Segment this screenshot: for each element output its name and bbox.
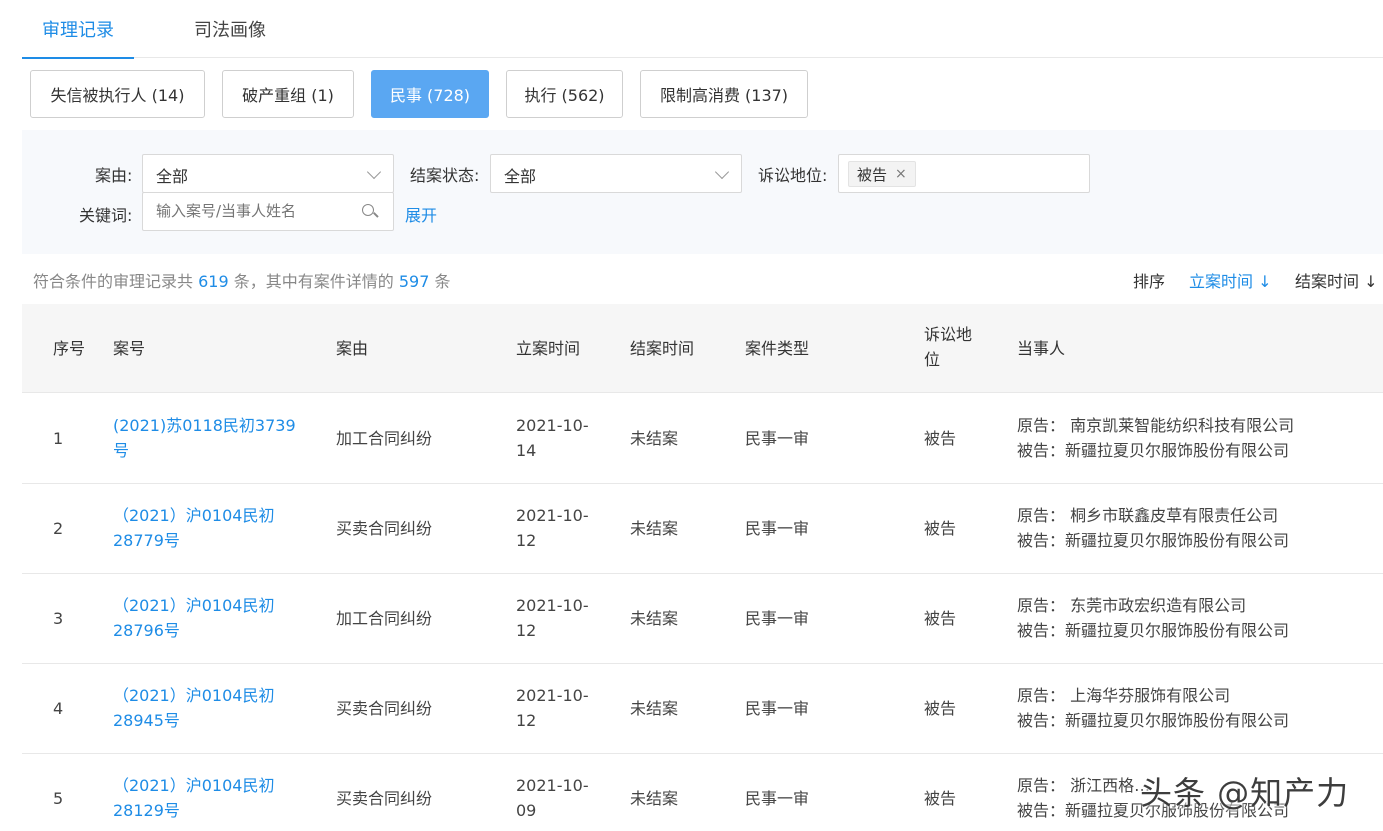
cell-filed-date: 2021-10-12 <box>516 506 589 550</box>
tab-judicial-profile[interactable]: 司法画像 <box>194 16 266 58</box>
cell-plaintiff: 原告： 南京凯莱智能纺织科技有限公司 <box>1017 416 1295 435</box>
header-case-number: 案号 <box>113 339 146 358</box>
cell-case-type: 民事一审 <box>745 519 810 538</box>
cause-select[interactable]: 全部 <box>142 154 394 193</box>
cell-cause: 买卖合同纠纷 <box>336 699 433 718</box>
cell-case-type: 民事一审 <box>745 699 810 718</box>
result-summary: 符合条件的审理记录共 619 条，其中有案件详情的 597 条 <box>33 268 451 292</box>
tab-bar: 审理记录 司法画像 <box>22 0 1383 59</box>
cell-role: 被告 <box>924 519 957 538</box>
filter-execution-button[interactable]: 执行 (562) <box>506 70 623 118</box>
table-row: 4 （2021）沪0104民初28945号 买卖合同纠纷 2021-10-12 未结案 民… <box>22 664 1383 754</box>
cell-plaintiff: 原告： 东莞市政宏织造有限公司 <box>1017 596 1247 615</box>
filter-dishonest-button[interactable]: 失信被执行人 (14) <box>30 70 205 118</box>
cell-defendant: 被告：新疆拉夏贝尔服饰股份有限公司 <box>1017 621 1290 640</box>
cell-closed-date: 未结案 <box>630 789 679 808</box>
cell-cause: 加工合同纠纷 <box>336 609 433 628</box>
watermark: 头条 @知产力 <box>1140 774 1350 812</box>
cell-case-number[interactable]: (2021)苏0118民初3739号 <box>113 413 303 463</box>
cell-case-number[interactable]: （2021）沪0104民初28945号 <box>113 683 303 733</box>
cell-closed-date: 未结案 <box>630 519 679 538</box>
role-tag: 被告 × <box>848 161 916 187</box>
header-role: 诉讼地位 <box>924 325 973 369</box>
cell-closed-date: 未结案 <box>630 609 679 628</box>
cell-defendant: 被告：新疆拉夏贝尔服饰股份有限公司 <box>1017 441 1290 460</box>
cell-case-type: 民事一审 <box>745 789 810 808</box>
cell-case-number[interactable]: （2021）沪0104民初28129号 <box>113 773 303 823</box>
filter-bankruptcy-button[interactable]: 破产重组 (1) <box>222 70 354 118</box>
cell-index: 3 <box>53 609 64 628</box>
header-closed-date: 结案时间 <box>630 339 695 358</box>
cell-case-type: 民事一审 <box>745 429 810 448</box>
cell-role: 被告 <box>924 609 957 628</box>
cell-filed-date: 2021-10-09 <box>516 776 589 820</box>
cell-filed-date: 2021-10-12 <box>516 596 589 640</box>
role-select[interactable]: 被告 × <box>838 154 1090 193</box>
chevron-down-icon <box>366 164 382 180</box>
keyword-field <box>142 192 394 231</box>
cell-cause: 加工合同纠纷 <box>336 429 433 448</box>
cell-index: 1 <box>53 429 64 448</box>
summary-middle: 条，其中有案件详情的 <box>233 272 394 291</box>
summary-detailed: 597 <box>398 272 430 291</box>
cell-filed-date: 2021-10-12 <box>516 686 589 730</box>
cell-plaintiff: 原告： 桐乡市联鑫皮草有限责任公司 <box>1017 506 1279 525</box>
cell-index: 5 <box>53 789 64 808</box>
summary-suffix: 条 <box>434 272 451 291</box>
expand-link[interactable]: 展开 <box>405 202 437 226</box>
status-select[interactable]: 全部 <box>490 154 742 193</box>
table-header: 序号 案号 案由 立案时间 结案时间 案件类型 诉讼地位 当事人 <box>22 304 1383 393</box>
search-icon[interactable] <box>362 204 378 220</box>
cell-closed-date: 未结案 <box>630 699 679 718</box>
table-row: 2 （2021）沪0104民初28779号 买卖合同纠纷 2021-10-12 未结案 民… <box>22 484 1383 574</box>
filter-consumption-limit-button[interactable]: 限制高消费 (137) <box>640 70 808 118</box>
cell-cause: 买卖合同纠纷 <box>336 519 433 538</box>
status-select-value: 全部 <box>504 167 537 186</box>
keyword-label: 关键词: <box>79 206 133 225</box>
cell-closed-date: 未结案 <box>630 429 679 448</box>
cell-case-type: 民事一审 <box>745 609 810 628</box>
role-label: 诉讼地位: <box>758 166 828 185</box>
cell-defendant: 被告：新疆拉夏贝尔服饰股份有限公司 <box>1017 711 1290 730</box>
chevron-down-icon <box>714 164 730 180</box>
cell-role: 被告 <box>924 699 957 718</box>
summary-prefix: 符合条件的审理记录共 <box>33 272 194 291</box>
table-row: 3 （2021）沪0104民初28796号 加工合同纠纷 2021-10-12 未结案 民… <box>22 574 1383 664</box>
cell-index: 2 <box>53 519 64 538</box>
table-row: 1 (2021)苏0118民初3739号 加工合同纠纷 2021-10-14 未结案 民事… <box>22 394 1383 484</box>
cause-select-value: 全部 <box>156 167 189 186</box>
header-parties: 当事人 <box>1017 339 1066 358</box>
summary-total: 619 <box>198 272 229 291</box>
sort-by-closed-button[interactable]: 结案时间 ↓ <box>1295 268 1378 292</box>
cause-label: 案由: <box>95 166 133 185</box>
header-cause: 案由 <box>336 339 369 358</box>
sort-label: 排序 <box>1133 272 1166 291</box>
cell-plaintiff: 原告： 上海华芬服饰有限公司 <box>1017 686 1231 705</box>
role-tag-label: 被告 <box>857 165 888 184</box>
sort-by-filed-button[interactable]: 立案时间 ↓ <box>1189 268 1272 292</box>
cell-case-number[interactable]: （2021）沪0104民初28796号 <box>113 593 303 643</box>
filter-civil-button[interactable]: 民事 (728) <box>371 70 489 118</box>
keyword-input[interactable] <box>156 202 356 220</box>
status-label: 结案状态: <box>410 166 480 185</box>
cell-role: 被告 <box>924 429 957 448</box>
cell-role: 被告 <box>924 789 957 808</box>
close-icon[interactable]: × <box>895 166 907 182</box>
cell-filed-date: 2021-10-14 <box>516 416 589 460</box>
header-index: 序号 <box>53 339 86 358</box>
header-case-type: 案件类型 <box>745 339 810 358</box>
tab-trial-records[interactable]: 审理记录 <box>22 16 134 59</box>
cell-case-number[interactable]: （2021）沪0104民初28779号 <box>113 503 303 553</box>
cell-cause: 买卖合同纠纷 <box>336 789 433 808</box>
header-filed-date: 立案时间 <box>516 339 581 358</box>
cell-index: 4 <box>53 699 64 718</box>
cell-defendant: 被告：新疆拉夏贝尔服饰股份有限公司 <box>1017 531 1290 550</box>
